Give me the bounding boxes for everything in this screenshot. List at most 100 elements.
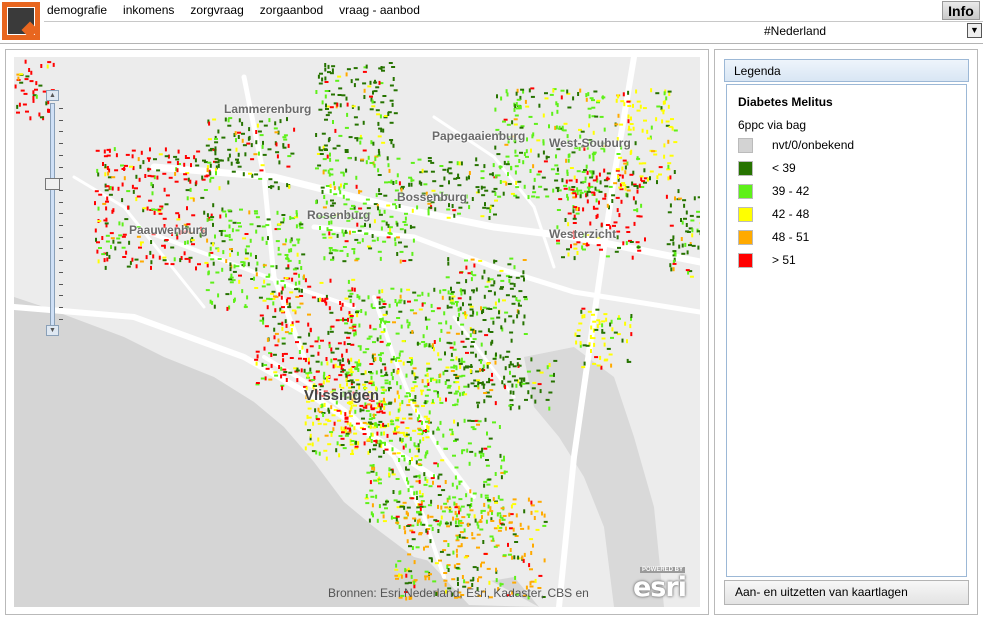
info-button[interactable]: Info — [942, 1, 980, 20]
map-building-block — [24, 78, 29, 81]
map-building-block — [132, 189, 135, 194]
map-building-block — [395, 357, 398, 362]
legend-item: 42 - 48 — [738, 206, 809, 222]
map-building-block — [272, 301, 275, 306]
map-building-block — [499, 514, 502, 519]
legend-label: nvt/0/onbekend — [772, 138, 855, 152]
map-building-block — [197, 263, 201, 266]
map-building-block — [377, 121, 380, 126]
map-building-block — [517, 555, 520, 560]
zoom-out-button[interactable]: ▼ — [46, 325, 59, 336]
nav-item-zorgvraag[interactable]: zorgvraag — [190, 3, 243, 19]
map-building-block — [571, 151, 576, 154]
map-building-block — [513, 265, 516, 270]
map-building-block — [462, 345, 467, 348]
map-building-block — [508, 315, 513, 318]
map-building-block — [228, 153, 231, 158]
map-building-block — [164, 239, 169, 241]
toggle-layers-button[interactable]: Aan- en uitzetten van kaartlagen — [724, 580, 969, 605]
zoom-tick — [59, 306, 63, 308]
map-building-block — [384, 374, 389, 377]
map-building-block — [244, 233, 249, 235]
map-building-block — [277, 253, 282, 256]
map-building-block — [350, 440, 355, 442]
legend-header[interactable]: Legenda — [724, 59, 969, 82]
map-building-block — [537, 383, 542, 386]
map-building-block — [448, 391, 453, 394]
map-building-block — [178, 214, 181, 219]
map-building-block — [212, 261, 215, 266]
map-building-block — [545, 398, 550, 401]
map-building-block — [470, 258, 475, 261]
nav-item-demografie[interactable]: demografie — [47, 3, 107, 19]
map-building-block — [348, 410, 351, 415]
map-building-block — [293, 127, 296, 132]
map-building-block — [568, 153, 571, 158]
map-building-block — [465, 351, 469, 354]
map-building-block — [585, 93, 588, 98]
map-building-block — [493, 187, 498, 190]
map-building-block — [268, 378, 273, 381]
zoom-in-button[interactable]: ▲ — [46, 90, 59, 101]
map-building-block — [636, 100, 641, 103]
map-building-block — [347, 289, 352, 292]
map-building-block — [286, 183, 289, 188]
map-building-block — [448, 510, 453, 513]
zoom-track[interactable] — [50, 103, 55, 327]
esri-logo: POWERED BY esri — [633, 567, 687, 603]
map-building-block — [375, 494, 378, 499]
map-building-block — [282, 358, 285, 363]
map-building-block — [404, 229, 407, 234]
map-building-block — [158, 212, 163, 215]
map-building-block — [427, 211, 430, 216]
map-building-block — [204, 175, 209, 178]
map-building-block — [370, 375, 373, 380]
map-building-block — [369, 380, 374, 383]
map-building-block — [17, 76, 20, 81]
map-building-block — [275, 151, 280, 154]
map-building-block — [432, 378, 437, 381]
map-view[interactable]: Lammerenburg Papegaaienburg West-Souburg… — [14, 57, 700, 607]
nav-item-vraag-aanbod[interactable]: vraag - aanbod — [339, 3, 420, 19]
map-building-block — [183, 162, 186, 167]
map-building-block — [616, 230, 621, 233]
map-building-block — [468, 205, 471, 210]
map-building-block — [484, 202, 486, 207]
map-building-block — [518, 290, 523, 293]
map-building-block — [465, 176, 468, 181]
map-building-block — [396, 381, 399, 386]
map-building-block — [437, 485, 441, 488]
map-building-block — [672, 241, 675, 246]
map-building-block — [315, 133, 318, 137]
map-building-block — [446, 331, 451, 334]
map-building-block — [270, 265, 275, 268]
map-building-block — [241, 121, 244, 126]
map-building-block — [319, 281, 324, 284]
map-building-block — [643, 119, 647, 122]
map-building-block — [524, 99, 527, 104]
map-building-block — [490, 284, 495, 287]
zoom-tick — [59, 295, 63, 297]
map-building-block — [567, 212, 572, 215]
map-building-block — [368, 247, 373, 250]
map-building-block — [212, 222, 214, 227]
map-building-block — [424, 400, 427, 405]
zoom-thumb[interactable] — [45, 178, 60, 190]
map-building-block — [388, 226, 393, 229]
region-select[interactable]: #Nederland ▼ — [758, 23, 982, 40]
nav-item-zorgaanbod[interactable]: zorgaanbod — [260, 3, 323, 19]
map-building-block — [498, 425, 501, 429]
map-building-block — [466, 513, 471, 516]
zoom-slider[interactable]: ▲ ▼ — [44, 90, 63, 336]
map-building-block — [353, 116, 358, 119]
nav-item-inkomens[interactable]: inkomens — [123, 3, 174, 19]
map-building-block — [264, 376, 267, 381]
map-building-block — [632, 103, 634, 108]
map-building-block — [325, 357, 328, 361]
map-building-block — [473, 263, 476, 268]
map-building-block — [484, 334, 489, 337]
map-building-block — [576, 335, 581, 337]
map-building-block — [611, 194, 616, 197]
map-building-block — [490, 520, 495, 522]
chevron-down-icon[interactable]: ▼ — [967, 23, 982, 38]
